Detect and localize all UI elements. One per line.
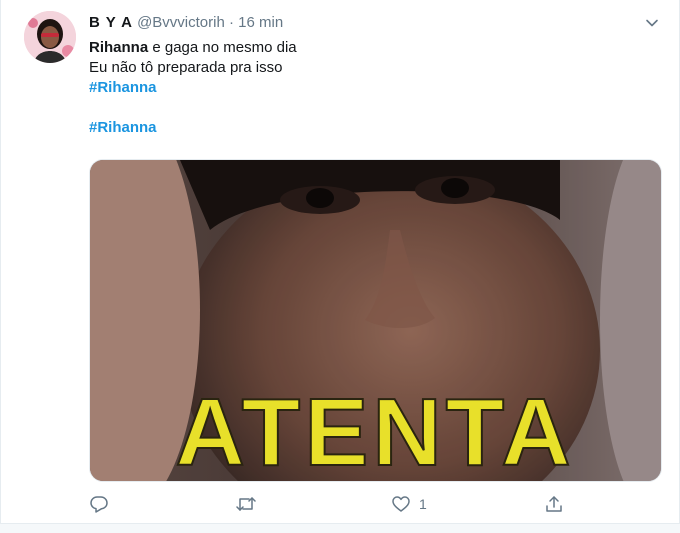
like-count: 1	[419, 496, 427, 512]
tweet-media-image[interactable]: ATENTA	[89, 159, 662, 482]
reply-icon	[90, 496, 108, 513]
tweet-text: Rihanna e gaga no mesmo dia Eu não tô pr…	[89, 38, 659, 138]
media-caption: ATENTA	[175, 379, 574, 481]
tweet-timestamp[interactable]: 16 min	[238, 14, 283, 31]
reply-button[interactable]	[89, 492, 117, 516]
more-options-button[interactable]	[641, 12, 663, 34]
tweet-actions: 1	[89, 492, 569, 516]
avatar[interactable]	[24, 11, 76, 63]
separator-dot: ·	[229, 14, 234, 31]
share-button[interactable]	[544, 492, 564, 516]
author-name[interactable]: B Y A	[89, 14, 133, 31]
tweet-line-2: Eu não tô preparada pra isso	[89, 59, 283, 76]
retweet-button[interactable]	[235, 492, 265, 516]
retweet-icon	[236, 497, 256, 511]
tweet-line-1: Rihanna e gaga no mesmo dia	[89, 38, 659, 58]
line-1-text: e gaga no mesmo dia	[148, 39, 297, 56]
hashtag-link[interactable]: #Rihanna	[89, 118, 157, 138]
hashtag-link[interactable]: #Rihanna	[89, 78, 157, 98]
chevron-down-icon	[646, 19, 658, 27]
bold-word: Rihanna	[89, 39, 149, 56]
like-icon	[392, 496, 410, 512]
author-handle[interactable]: @Bvvvictorih	[137, 14, 225, 31]
share-icon	[546, 496, 562, 512]
like-button[interactable]: 1	[391, 492, 427, 516]
tweet-header: B Y A @Bvvvictorih · 16 min	[89, 13, 283, 33]
tweet-card[interactable]: B Y A @Bvvvictorih · 16 min Rihanna e ga…	[0, 0, 680, 524]
